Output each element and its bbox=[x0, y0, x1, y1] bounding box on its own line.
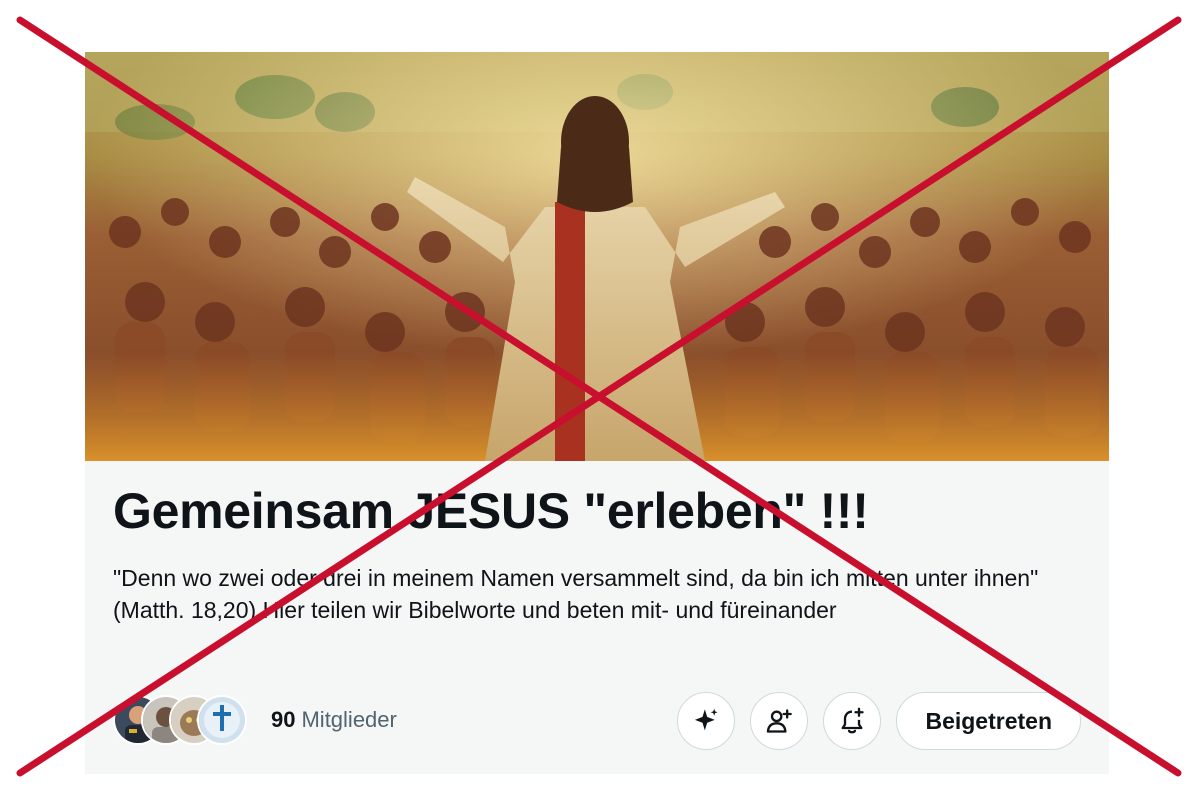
invite-member-button[interactable] bbox=[750, 692, 809, 750]
member-avatar-4-image bbox=[199, 697, 245, 743]
member-count[interactable]: 90 Mitglieder bbox=[271, 707, 397, 733]
community-actions: Beigetreten bbox=[677, 692, 1081, 750]
member-avatars[interactable] bbox=[113, 695, 247, 745]
sparkle-icon bbox=[695, 708, 719, 731]
banner-illustration bbox=[85, 52, 1109, 461]
community-card: Gemeinsam JESUS "erleben" !!! "Denn wo z… bbox=[85, 52, 1109, 774]
person-add-icon bbox=[767, 709, 793, 733]
members-summary[interactable]: 90 Mitglieder bbox=[113, 692, 397, 748]
avatar[interactable] bbox=[197, 695, 247, 745]
joined-button[interactable]: Beigetreten bbox=[896, 692, 1081, 750]
bell-plus-icon bbox=[841, 707, 865, 734]
notifications-button[interactable] bbox=[823, 692, 882, 750]
community-banner-image bbox=[85, 52, 1109, 461]
community-title: Gemeinsam JESUS "erleben" !!! bbox=[113, 483, 869, 539]
community-description: "Denn wo zwei oder drei in meinem Namen … bbox=[113, 565, 1039, 623]
member-count-number: 90 bbox=[271, 707, 296, 732]
sparkle-button[interactable] bbox=[677, 692, 736, 750]
member-count-label: Mitglieder bbox=[301, 707, 397, 732]
